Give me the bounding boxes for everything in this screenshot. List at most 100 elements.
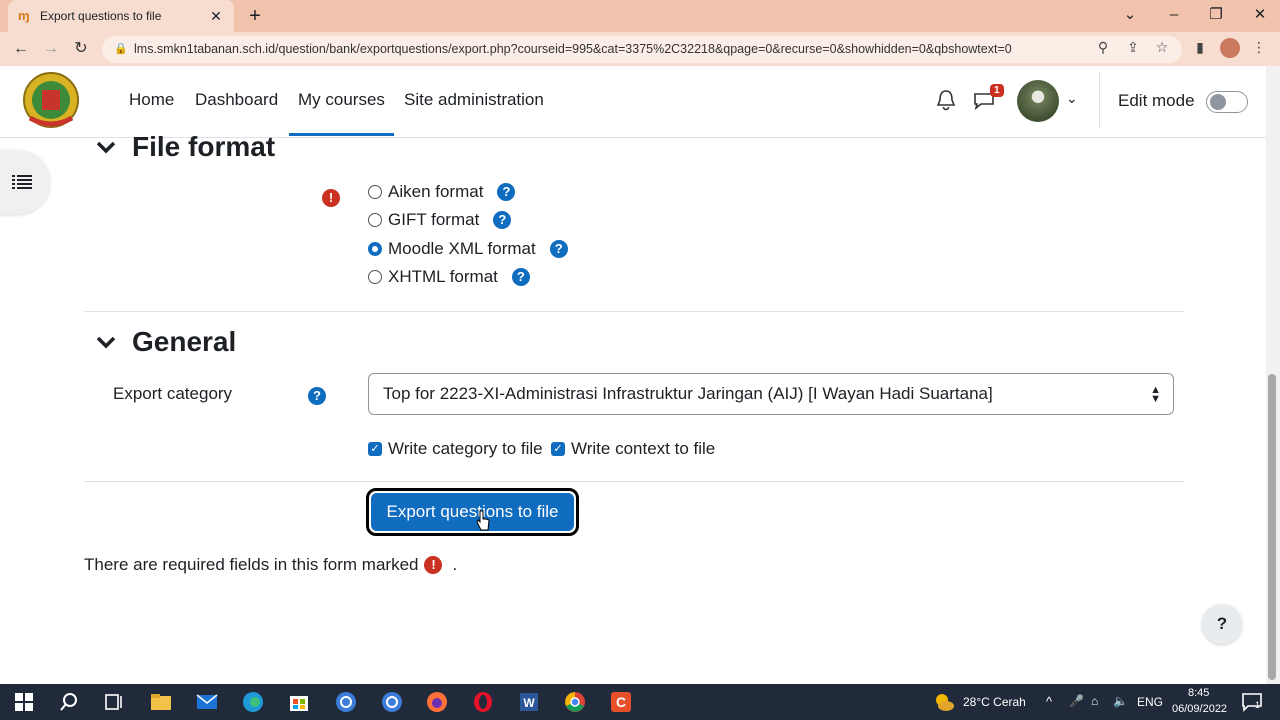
svg-text:C: C xyxy=(616,694,626,710)
browser-menu-icon[interactable]: ⋮ xyxy=(1250,38,1268,56)
nav-dashboard[interactable]: Dashboard xyxy=(195,90,278,136)
format-option-label: Aiken format xyxy=(388,182,484,201)
weather-text[interactable]: 28°C Cerah xyxy=(963,695,1026,709)
app-icon[interactable] xyxy=(334,690,358,714)
address-bar[interactable]: 🔒 lms.smkn1tabanan.sch.id/question/bank/… xyxy=(102,36,1182,63)
export-category-value: Top for 2223-XI-Administrasi Infrastrukt… xyxy=(383,384,993,403)
url-text: lms.smkn1tabanan.sch.id/question/bank/ex… xyxy=(134,42,1012,56)
edge-browser-icon[interactable] xyxy=(241,690,265,714)
maximize-button[interactable]: ❐ xyxy=(1194,0,1238,32)
write-category-checkbox-row[interactable]: ✓ Write category to file xyxy=(368,438,543,460)
school-logo[interactable] xyxy=(22,70,80,130)
svg-text:W: W xyxy=(523,696,535,710)
app-icon[interactable] xyxy=(380,690,404,714)
file-format-title: File format xyxy=(132,131,276,162)
required-icon: ! xyxy=(322,189,340,207)
moodle-favicon-icon: ɱ xyxy=(18,8,30,23)
radio-button-checked[interactable] xyxy=(368,242,382,256)
help-icon[interactable]: ? xyxy=(511,268,530,286)
format-option-xhtml[interactable]: XHTML format ? xyxy=(368,265,530,289)
nav-home[interactable]: Home xyxy=(129,90,174,136)
format-option-aiken[interactable]: Aiken format ? xyxy=(368,180,516,204)
nav-site-administration[interactable]: Site administration xyxy=(404,90,544,136)
side-panel-icon[interactable]: ▮ xyxy=(1191,38,1209,56)
mail-icon[interactable] xyxy=(195,690,219,714)
microphone-icon[interactable]: 🎤 xyxy=(1069,694,1084,708)
write-context-label: Write context to file xyxy=(571,439,716,458)
reload-icon[interactable]: ↻ xyxy=(70,38,92,60)
message-count-badge: 1 xyxy=(990,84,1004,97)
minimize-button[interactable]: – xyxy=(1152,0,1196,32)
export-category-select[interactable]: Top for 2223-XI-Administrasi Infrastrukt… xyxy=(368,373,1174,415)
write-context-checkbox-row[interactable]: ✓ Write context to file xyxy=(551,438,715,460)
chevron-down-icon[interactable]: ⌄ xyxy=(1066,90,1078,107)
zoom-icon[interactable]: ⚲ xyxy=(1094,38,1112,56)
site-header: Home Dashboard My courses Site administr… xyxy=(0,66,1280,138)
help-icon[interactable]: ? xyxy=(308,387,326,405)
language-indicator[interactable]: ENG xyxy=(1137,695,1163,709)
list-icon xyxy=(12,175,32,189)
recorder-app-icon[interactable]: C xyxy=(609,690,633,714)
format-option-gift[interactable]: GIFT format ? xyxy=(368,208,512,232)
export-button-label: Export questions to file xyxy=(371,493,574,531)
export-questions-button[interactable]: Export questions to file xyxy=(366,488,579,536)
general-section-header[interactable]: General xyxy=(94,326,236,358)
task-view-icon[interactable] xyxy=(102,690,126,714)
checkbox-checked[interactable]: ✓ xyxy=(368,442,382,456)
weather-icon[interactable] xyxy=(932,690,956,714)
tab-title: Export questions to file xyxy=(40,9,162,23)
notifications-bell-icon[interactable] xyxy=(934,88,958,112)
required-note-text: There are required fields in this form m… xyxy=(84,555,419,574)
close-tab-icon[interactable]: ✕ xyxy=(208,8,224,25)
firefox-icon[interactable] xyxy=(425,690,449,714)
store-icon[interactable] xyxy=(287,690,311,714)
bookmark-star-icon[interactable]: ☆ xyxy=(1153,38,1171,56)
help-icon[interactable]: ? xyxy=(493,211,512,229)
profile-avatar-icon[interactable] xyxy=(1220,38,1240,58)
network-icon[interactable]: ⌂ xyxy=(1091,694,1098,708)
write-category-label: Write category to file xyxy=(388,439,543,458)
notification-center-icon[interactable] xyxy=(1240,690,1264,714)
user-avatar[interactable] xyxy=(1017,80,1059,122)
format-option-label: Moodle XML format xyxy=(388,239,536,258)
search-icon[interactable] xyxy=(57,690,81,714)
new-tab-button[interactable]: + xyxy=(245,4,265,28)
course-index-drawer-button[interactable] xyxy=(0,150,50,214)
help-icon[interactable]: ? xyxy=(497,183,516,201)
radio-button[interactable] xyxy=(368,270,382,284)
help-fab-button[interactable]: ? xyxy=(1202,604,1242,644)
export-category-label: Export category xyxy=(113,384,233,403)
browser-toolbar: ← → ↻ 🔒 lms.smkn1tabanan.sch.id/question… xyxy=(0,32,1280,66)
scrollbar-thumb[interactable] xyxy=(1268,374,1276,680)
lock-icon: 🔒 xyxy=(114,43,128,55)
opera-icon[interactable] xyxy=(471,690,495,714)
header-divider xyxy=(1099,72,1100,128)
nav-my-courses[interactable]: My courses xyxy=(289,90,394,136)
word-icon[interactable]: W xyxy=(517,690,541,714)
clock-time[interactable]: 8:45 xyxy=(1188,687,1209,699)
file-format-section-header[interactable]: File format xyxy=(94,131,275,163)
back-arrow-icon[interactable]: ← xyxy=(10,38,32,60)
edit-mode-toggle[interactable] xyxy=(1206,91,1248,113)
browser-tab[interactable]: ɱ Export questions to file ✕ xyxy=(8,0,234,32)
show-hidden-icons-icon[interactable]: ^ xyxy=(1046,694,1052,709)
close-window-button[interactable]: ✕ xyxy=(1238,0,1280,32)
forward-arrow-icon[interactable]: → xyxy=(40,38,62,60)
section-divider xyxy=(84,311,1184,312)
select-arrows-icon: ▲ ▼ xyxy=(1150,384,1161,405)
chrome-icon[interactable] xyxy=(563,690,587,714)
radio-button[interactable] xyxy=(368,213,382,227)
general-title: General xyxy=(132,326,237,357)
share-icon[interactable]: ⇪ xyxy=(1124,38,1142,56)
help-icon[interactable]: ? xyxy=(549,240,568,258)
required-fields-note: There are required fields in this form m… xyxy=(84,555,457,575)
windows-taskbar: W C 28°C Cerah ^ 🎤 ⌂ 🔈 ENG 8:45 06/09/20… xyxy=(0,684,1280,720)
file-explorer-icon[interactable] xyxy=(149,690,173,714)
format-option-moodle-xml[interactable]: Moodle XML format ? xyxy=(368,237,568,261)
volume-icon[interactable]: 🔈 xyxy=(1113,694,1128,708)
checkbox-checked[interactable]: ✓ xyxy=(551,442,565,456)
radio-button[interactable] xyxy=(368,185,382,199)
windows-start-icon[interactable] xyxy=(12,690,36,714)
tab-search-chevron-icon[interactable]: ⌄ xyxy=(1108,0,1152,32)
clock-date[interactable]: 06/09/2022 xyxy=(1172,703,1227,715)
